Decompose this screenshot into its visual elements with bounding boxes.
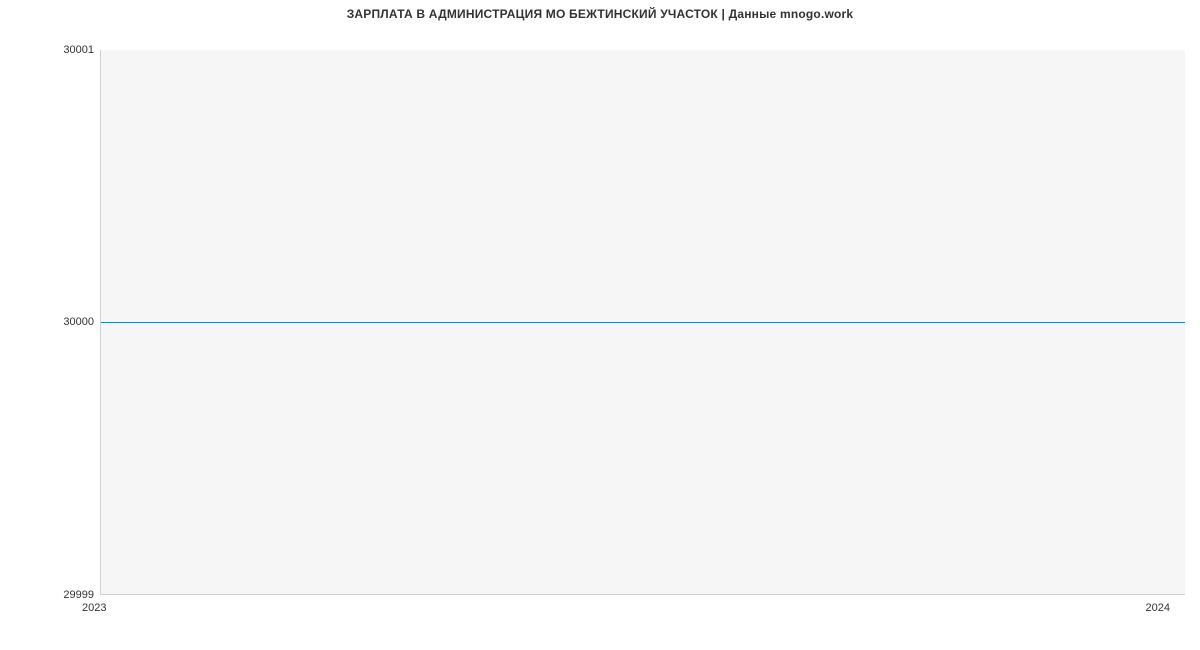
- series-line: [101, 322, 1185, 323]
- chart-title: ЗАРПЛАТА В АДМИНИСТРАЦИЯ МО БЕЖТИНСКИЙ У…: [0, 7, 1200, 21]
- y-tick-bot: 29999: [4, 589, 94, 601]
- y-tick-top: 30001: [4, 44, 94, 56]
- y-tick-mid: 30000: [4, 316, 94, 328]
- x-tick-left: 2023: [82, 602, 106, 614]
- x-tick-right: 2024: [1146, 602, 1170, 614]
- chart-container: ЗАРПЛАТА В АДМИНИСТРАЦИЯ МО БЕЖТИНСКИЙ У…: [0, 0, 1200, 650]
- plot-area: [100, 50, 1185, 595]
